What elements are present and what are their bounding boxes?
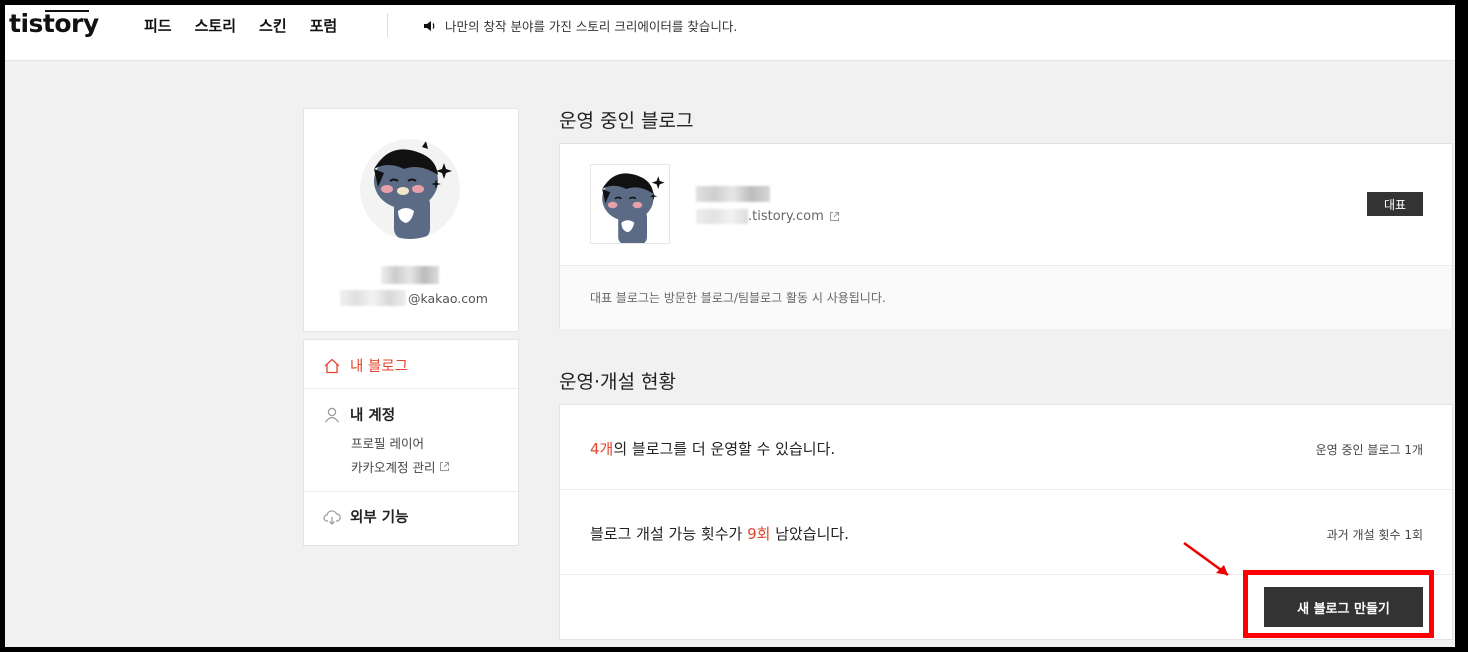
- email-local-blurred: [340, 290, 406, 306]
- nav-divider: [387, 13, 388, 37]
- status-title: 운영·개설 현황: [559, 371, 676, 393]
- blog-thumbnail[interactable]: [590, 164, 670, 244]
- menu-section-blog: 내 블로그: [304, 340, 518, 389]
- status-card: 4개의 블로그를 더 운영할 수 있습니다. 운영 중인 블로그 1개 블로그 …: [559, 404, 1453, 640]
- nav-story[interactable]: 스토리: [195, 15, 236, 36]
- operating-count: 운영 중인 블로그 1개: [1315, 443, 1423, 457]
- menu-my-account-label: 내 계정: [350, 408, 396, 424]
- nav-forum[interactable]: 포럼: [310, 15, 338, 36]
- menu-external-label: 외부 기능: [350, 510, 409, 526]
- profile-avatar: [360, 139, 460, 239]
- profile-name-blurred: [381, 266, 439, 284]
- external-link-icon: [829, 212, 839, 221]
- profile-card: @kakao.com: [303, 108, 519, 332]
- menu-external[interactable]: 외부 기능: [323, 506, 408, 527]
- cloud-download-icon: [323, 509, 341, 525]
- tistory-logo[interactable]: tistory: [9, 9, 99, 38]
- past-open-count: 과거 개설 횟수 1회: [1326, 528, 1423, 542]
- menu-my-blog[interactable]: 내 블로그: [323, 355, 408, 376]
- nav-skin[interactable]: 스킨: [259, 15, 287, 36]
- representative-note: 대표 블로그는 방문한 블로그/팀블로그 활동 시 사용됩니다.: [590, 291, 886, 305]
- email-domain: @kakao.com: [408, 290, 488, 306]
- representative-badge: 대표: [1367, 192, 1423, 216]
- menu-section-account: 내 계정 프로필 레이어 카카오계정 관리: [304, 389, 518, 492]
- remaining-opens-pre: 블로그 개설 가능 횟수가: [590, 525, 748, 543]
- menu-kakao-account[interactable]: 카카오계정 관리: [323, 457, 450, 476]
- profile-email: @kakao.com: [340, 290, 488, 306]
- blog-card-footer: 대표 블로그는 방문한 블로그/팀블로그 활동 시 사용됩니다.: [560, 265, 1452, 329]
- home-icon: [324, 358, 340, 373]
- top-header: tistory 피드 스토리 스킨 포럼 나만의 창작 분야를 가진 스토리 크…: [5, 5, 1455, 61]
- menu-my-account[interactable]: 내 계정: [323, 404, 395, 425]
- external-link-icon: [440, 462, 450, 471]
- cat-character-icon: [374, 141, 452, 239]
- blog-url-blurred: [696, 209, 748, 224]
- remaining-blogs-count: 4개: [590, 440, 614, 458]
- speaker-icon: [424, 20, 435, 31]
- remaining-opens-count: 9회: [747, 525, 771, 543]
- notice-text: 나만의 창작 분야를 가진 스토리 크리에이터를 찾습니다.: [445, 19, 738, 34]
- remaining-opens-text: 블로그 개설 가능 횟수가 9회 남았습니다.: [590, 523, 849, 544]
- menu-my-blog-label: 내 블로그: [350, 359, 408, 375]
- remaining-blogs-text: 4개의 블로그를 더 운영할 수 있습니다.: [590, 438, 835, 459]
- remaining-opens-post: 남았습니다.: [770, 525, 849, 543]
- blog-url-suffix: .tistory.com: [748, 209, 824, 224]
- annotation-arrow-icon: [1183, 541, 1229, 577]
- menu-profile-layer[interactable]: 프로필 레이어: [323, 433, 424, 452]
- cat-character-icon: [602, 173, 665, 243]
- menu-section-external: 외부 기능: [304, 492, 518, 545]
- main-nav: 피드 스토리 스킨 포럼: [144, 15, 337, 36]
- nav-feed[interactable]: 피드: [144, 15, 172, 36]
- status-row-remaining-blogs: 4개의 블로그를 더 운영할 수 있습니다. 운영 중인 블로그 1개: [560, 405, 1452, 490]
- blog-card: .tistory.com 대표 대표 블로그는 방문한 블로그/팀블로그 활동 …: [559, 143, 1453, 329]
- menu-kakao-account-label: 카카오계정 관리: [351, 460, 436, 475]
- operating-blogs-title: 운영 중인 블로그: [559, 110, 694, 132]
- user-icon: [325, 407, 339, 422]
- blog-name-blurred[interactable]: [696, 186, 770, 202]
- status-row-remaining-opens: 블로그 개설 가능 횟수가 9회 남았습니다. 과거 개설 횟수 1회: [560, 490, 1452, 575]
- create-new-blog-button[interactable]: 새 블로그 만들기: [1264, 587, 1423, 627]
- logo-accent-bar: [45, 10, 89, 12]
- side-menu: 내 블로그 내 계정 프로필 레이어 카카오계정 관리 외부 기능: [303, 339, 519, 546]
- remaining-blogs-label: 의 블로그를 더 운영할 수 있습니다.: [613, 440, 836, 458]
- header-notice[interactable]: 나만의 창작 분야를 가진 스토리 크리에이터를 찾습니다.: [423, 16, 737, 35]
- blog-url[interactable]: .tistory.com: [696, 209, 840, 224]
